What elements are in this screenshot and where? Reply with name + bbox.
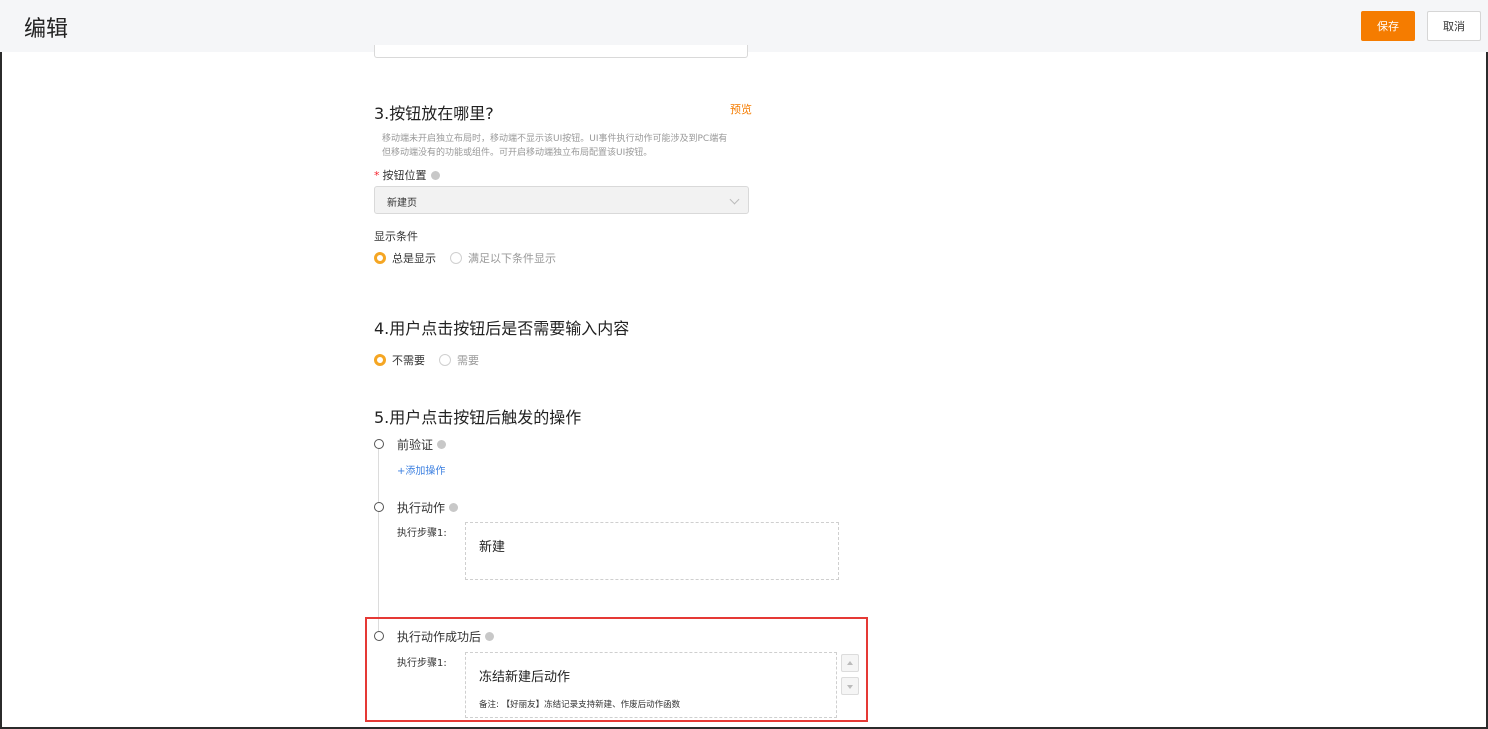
help-icon[interactable] (430, 170, 440, 180)
radio-unchecked-icon (450, 252, 462, 264)
timeline-node-icon (374, 502, 384, 512)
radio-needed-label: 需要 (457, 354, 479, 367)
add-operation-link[interactable]: +添加操作 (397, 462, 445, 477)
execute-action-title-text: 执行动作 (397, 501, 446, 515)
page-title: 编辑 (24, 17, 69, 42)
button-position-select[interactable]: 新建页 (374, 186, 749, 214)
radio-not-needed-label: 不需要 (392, 354, 425, 367)
required-asterisk: * (374, 169, 380, 182)
pre-validation-title: 前验证 (397, 436, 447, 453)
execute-action-title: 执行动作 (397, 499, 459, 516)
timeline-line (378, 449, 379, 634)
radio-not-needed[interactable]: 不需要 (374, 352, 425, 368)
radio-needed[interactable]: 需要 (439, 352, 479, 368)
input-required-radio-group: 不需要 需要 (374, 352, 493, 368)
radio-conditional-show-label: 满足以下条件显示 (468, 252, 556, 265)
section-3-title: 3.按钮放在哪里? (374, 104, 494, 123)
cancel-button[interactable]: 取消 (1427, 11, 1481, 41)
help-text-line-1: 移动端未开启独立布局时，移动端不显示该UI按钮。UI事件执行动作可能涉及到PC端… (382, 134, 728, 144)
radio-checked-icon (374, 354, 386, 366)
execute-step-name: 新建 (479, 540, 506, 555)
preview-link[interactable]: 预览 (730, 101, 752, 117)
highlight-box (365, 617, 868, 722)
section-4-title: 4.用户点击按钮后是否需要输入内容 (374, 319, 630, 338)
execute-step-card[interactable]: 新建 (465, 522, 839, 580)
radio-always-show[interactable]: 总是显示 (374, 250, 436, 266)
radio-always-show-label: 总是显示 (392, 252, 436, 265)
radio-conditional-show[interactable]: 满足以下条件显示 (450, 250, 556, 266)
mobile-layout-help-text: 移动端未开启独立布局时，移动端不显示该UI按钮。UI事件执行动作可能涉及到PC端… (382, 132, 752, 160)
save-button[interactable]: 保存 (1361, 11, 1415, 41)
radio-unchecked-icon (439, 354, 451, 366)
timeline-node-icon (374, 439, 384, 449)
pre-validation-title-text: 前验证 (397, 438, 434, 452)
chevron-down-icon (729, 194, 740, 205)
execute-step-label: 执行步骤1: (397, 528, 447, 539)
button-position-value: 新建页 (387, 198, 417, 209)
button-position-label-text: 按钮位置 (382, 169, 427, 182)
display-condition-label: 显示条件 (374, 230, 418, 243)
display-condition-radio-group: 总是显示 满足以下条件显示 (374, 250, 570, 266)
help-icon[interactable] (449, 503, 459, 512)
section-5-title: 5.用户点击按钮后触发的操作 (374, 408, 582, 427)
help-icon[interactable] (437, 440, 447, 449)
previous-input-field[interactable] (374, 45, 748, 58)
radio-checked-icon (374, 252, 386, 264)
button-position-label: * 按钮位置 (374, 167, 440, 183)
help-text-line-2: 但移动端没有的功能或组件。可开启移动端独立布局配置该UI按钮。 (382, 148, 653, 158)
